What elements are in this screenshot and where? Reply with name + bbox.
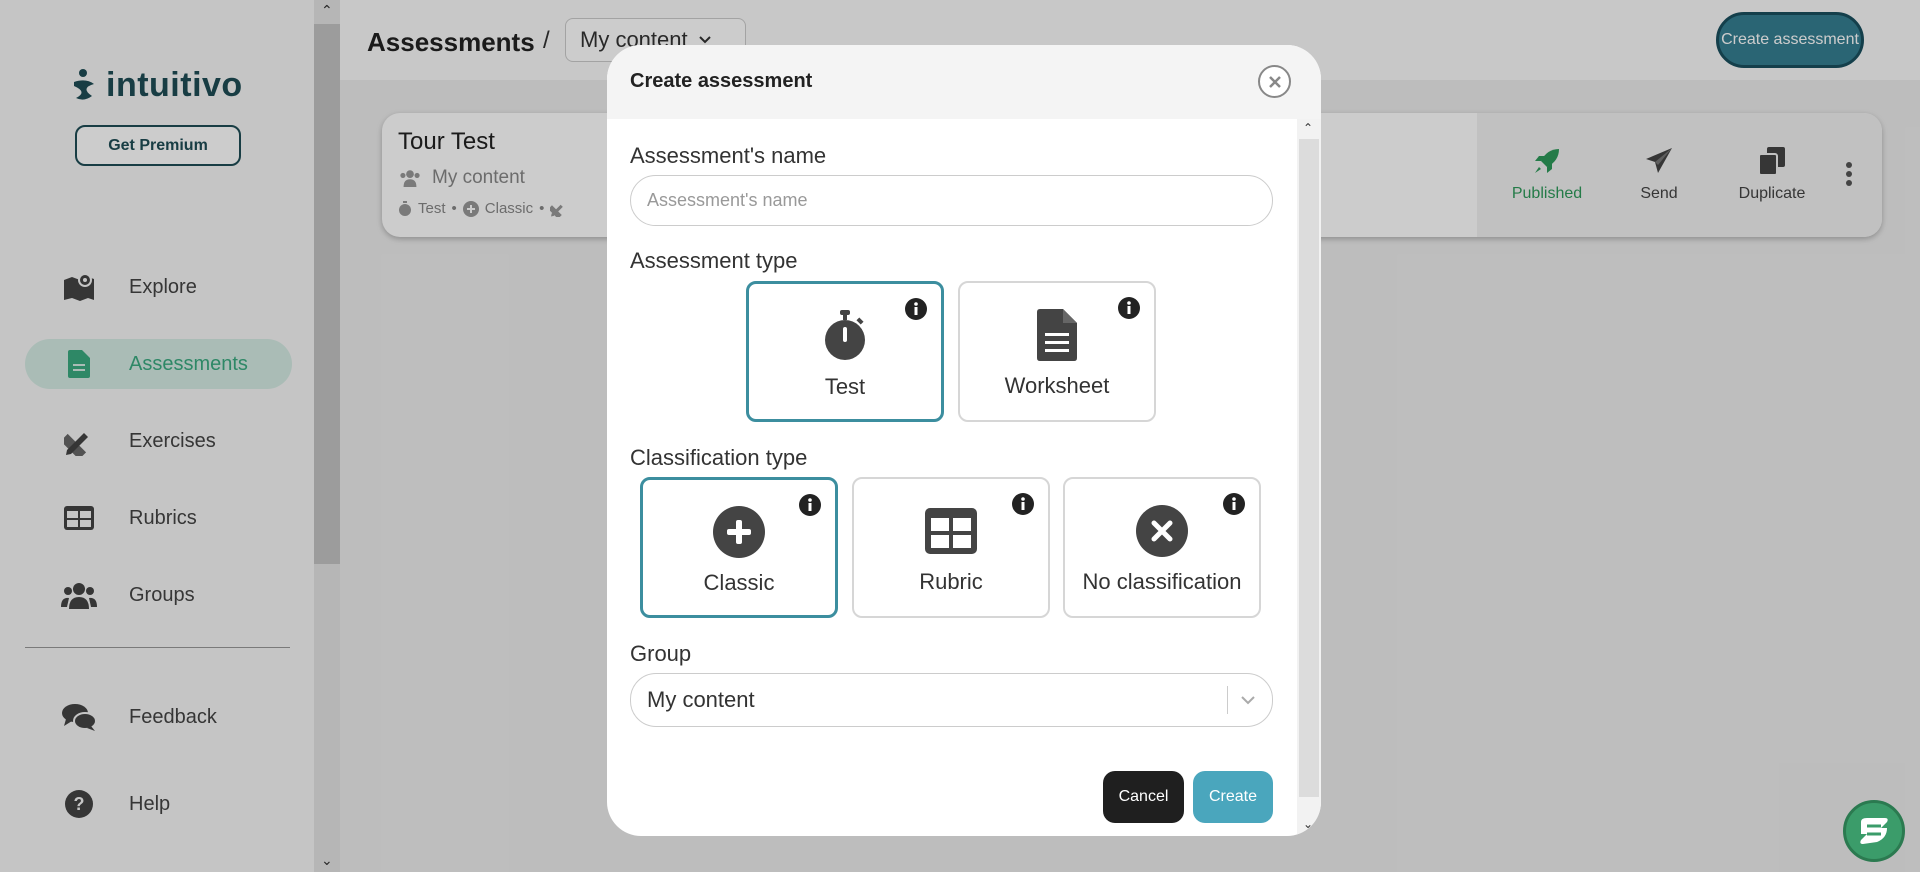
type-option-label: Worksheet bbox=[1004, 373, 1110, 398]
group-label: Group bbox=[630, 641, 692, 666]
chevron-up-icon[interactable]: ⌃ bbox=[1303, 121, 1313, 135]
modal-scrollbar[interactable]: ⌃ ⌄ bbox=[1297, 119, 1321, 836]
group-select[interactable]: My content bbox=[630, 673, 1273, 727]
group-select-value: My content bbox=[647, 687, 755, 712]
type-option-label: Test bbox=[824, 374, 866, 399]
chevron-down-icon[interactable]: ⌄ bbox=[1303, 817, 1313, 831]
classification-option-label: Rubric bbox=[919, 569, 983, 594]
select-separator bbox=[1227, 686, 1228, 714]
classification-label: Classification type bbox=[630, 445, 808, 470]
classification-option-rubric[interactable]: Rubric bbox=[852, 477, 1050, 618]
classification-option-classic[interactable]: Classic bbox=[640, 477, 838, 618]
chat-launcher-button[interactable] bbox=[1843, 800, 1905, 862]
chat-launcher-icon bbox=[1860, 818, 1888, 844]
create-button[interactable]: Create bbox=[1193, 771, 1273, 823]
plus-circle-icon bbox=[643, 504, 835, 560]
assessment-name-input[interactable] bbox=[630, 175, 1273, 226]
file-lines-icon bbox=[960, 307, 1154, 363]
close-icon bbox=[1268, 75, 1281, 88]
scrollbar-thumb[interactable] bbox=[1299, 139, 1319, 797]
modal-header: Create assessment bbox=[607, 45, 1321, 119]
cancel-button[interactable]: Cancel bbox=[1103, 771, 1184, 823]
type-option-worksheet[interactable]: Worksheet bbox=[958, 281, 1156, 422]
classification-option-label: Classic bbox=[703, 570, 775, 595]
name-label: Assessment's name bbox=[630, 143, 827, 168]
stopwatch-icon bbox=[749, 308, 941, 364]
classification-option-none[interactable]: No classification bbox=[1063, 477, 1261, 618]
x-circle-icon bbox=[1065, 503, 1259, 559]
grid-icon bbox=[854, 503, 1048, 559]
close-button[interactable] bbox=[1258, 65, 1291, 98]
create-assessment-modal: Create assessment ⌃ ⌄ Assessment's name … bbox=[607, 45, 1321, 836]
chevron-down-icon bbox=[1241, 696, 1255, 705]
type-label: Assessment type bbox=[630, 248, 798, 273]
modal-title: Create assessment bbox=[630, 70, 813, 92]
classification-option-label: No classification bbox=[1082, 569, 1242, 594]
type-option-test[interactable]: Test bbox=[746, 281, 944, 422]
